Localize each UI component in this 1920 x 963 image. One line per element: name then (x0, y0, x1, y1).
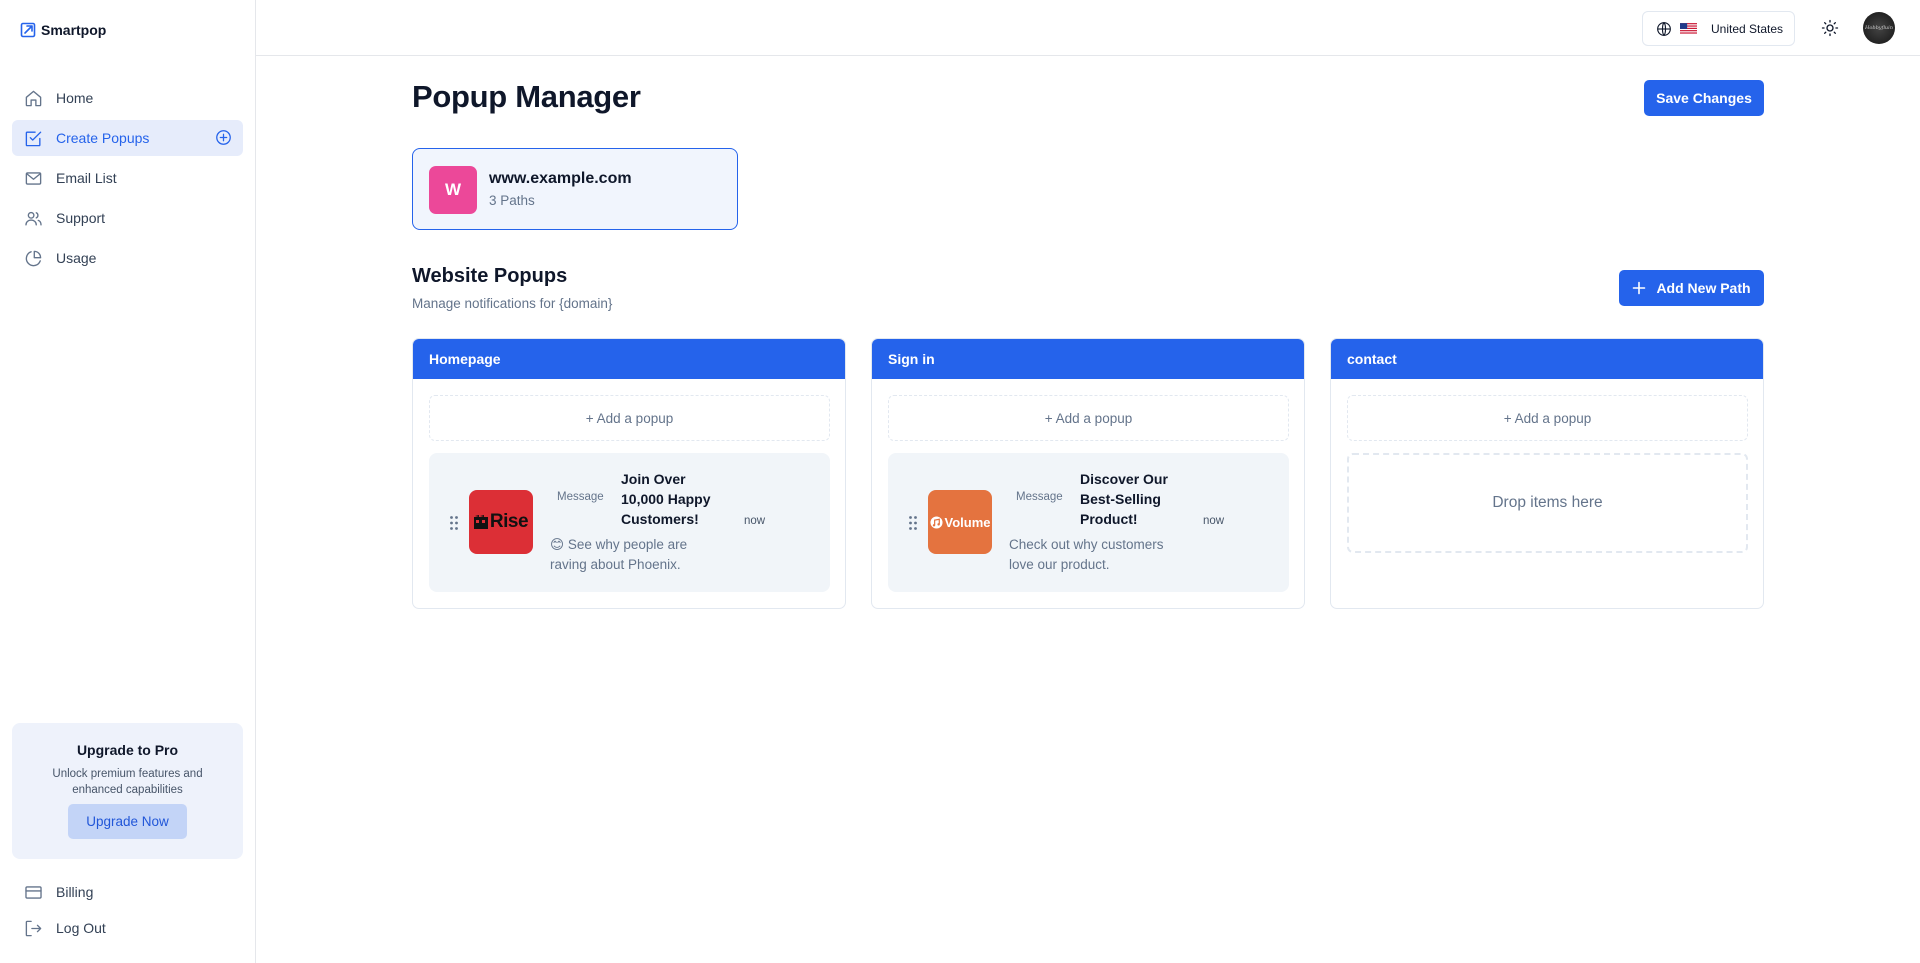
music-note-icon (929, 515, 943, 529)
locale-selector[interactable]: United States (1642, 11, 1795, 46)
site-domain: www.example.com (489, 170, 632, 187)
column-header: Sign in (872, 339, 1304, 379)
sidebar-bottom-nav: Billing Log Out (12, 874, 243, 946)
add-new-path-button[interactable]: Add New Path (1619, 270, 1764, 306)
sidebar-item-usage[interactable]: Usage (12, 240, 243, 276)
sidebar-item-billing[interactable]: Billing (12, 874, 243, 910)
add-popup-button[interactable]: + Add a popup (888, 395, 1289, 441)
site-paths-count: 3 Paths (489, 193, 535, 208)
section-subtitle: Manage notifications for {domain} (412, 296, 613, 311)
sidebar-item-label: Support (56, 210, 106, 226)
section-title: Website Popups (412, 265, 568, 287)
checkbox-edit-icon (25, 130, 42, 146)
us-flag-icon (1680, 23, 1697, 34)
add-popup-button[interactable]: + Add a popup (429, 395, 830, 441)
sidebar-item-label: Usage (56, 250, 97, 266)
add-new-path-label: Add New Path (1656, 280, 1751, 296)
popup-title: Join Over 10,000 Happy Customers! (621, 471, 711, 527)
drop-zone[interactable]: Drop items here (1347, 453, 1748, 553)
popup-time: now (1203, 515, 1225, 527)
smartpop-logo-icon (20, 22, 36, 38)
plus-circle-icon[interactable] (215, 129, 232, 146)
rise-logo: Rise (469, 490, 533, 554)
column-header: Homepage (413, 339, 845, 379)
popup-type: Message (557, 491, 604, 503)
popup-type: Message (1016, 491, 1063, 503)
avatar-text: Hobbyfluin (1865, 25, 1893, 31)
sidebar: Smartpop Home Create Popups Email List S… (0, 0, 256, 963)
topbar: United States Hobbyfluin (256, 0, 1920, 56)
upgrade-description: Unlock premium features and enhanced cap… (52, 768, 203, 796)
locale-label: United States (1711, 21, 1784, 36)
sidebar-item-log-out[interactable]: Log Out (12, 910, 243, 946)
popup-time: now (744, 515, 766, 527)
add-popup-button[interactable]: + Add a popup (1347, 395, 1748, 441)
path-column-sign-in: Sign in + Add a popup Volume Message Dis… (871, 338, 1305, 609)
sidebar-item-label: Log Out (56, 920, 106, 936)
sidebar-item-label: Billing (56, 884, 94, 900)
drag-handle-icon[interactable] (449, 515, 459, 531)
sidebar-item-label: Create Popups (56, 130, 150, 146)
popup-card[interactable]: Rise Message Join Over 10,000 Happy Cust… (429, 453, 830, 592)
upgrade-title: Upgrade to Pro (76, 742, 179, 758)
site-badge: W (429, 166, 477, 214)
column-header: contact (1331, 339, 1763, 379)
popup-message: 😊 See why people are raving about Phoeni… (550, 537, 688, 572)
users-icon (25, 211, 42, 226)
credit-card-icon (25, 885, 42, 899)
sidebar-item-label: Home (56, 90, 94, 106)
sidebar-item-create-popups[interactable]: Create Popups (12, 120, 243, 156)
sidebar-item-support[interactable]: Support (12, 200, 243, 236)
drag-handle-icon[interactable] (908, 515, 918, 531)
popup-message: Check out why customers love our product… (1009, 537, 1164, 572)
volume-logo-text: Volume (944, 514, 991, 530)
path-column-contact: contact + Add a popup Drop items here (1330, 338, 1764, 609)
path-column-homepage: Homepage + Add a popup Rise Message Join… (412, 338, 846, 609)
pie-chart-icon (25, 250, 42, 266)
rise-logo-mark-icon (473, 515, 488, 529)
mail-icon (25, 171, 42, 185)
brand-logo[interactable]: Smartpop (20, 22, 106, 38)
brand-name: Smartpop (41, 22, 107, 38)
volume-logo: Volume (928, 490, 992, 554)
sidebar-item-email-list[interactable]: Email List (12, 160, 243, 196)
globe-icon (1657, 21, 1671, 36)
page-title: Popup Manager (412, 79, 641, 114)
log-out-icon (25, 920, 42, 936)
plus-icon (1633, 281, 1646, 295)
rise-logo-text: Rise (489, 511, 529, 532)
home-icon (25, 90, 42, 106)
popup-title: Discover Our Best-Selling Product! (1080, 471, 1168, 527)
sidebar-nav: Home Create Popups Email List Support Us… (12, 80, 243, 280)
site-card[interactable]: W www.example.com 3 Paths (412, 148, 738, 230)
sun-icon[interactable] (1821, 19, 1839, 37)
save-changes-button[interactable]: Save Changes (1644, 80, 1764, 116)
upgrade-card: Upgrade to Pro Unlock premium features a… (12, 723, 243, 859)
avatar[interactable]: Hobbyfluin (1863, 12, 1895, 44)
popup-card[interactable]: Volume Message Discover Our Best-Selling… (888, 453, 1289, 592)
upgrade-now-button[interactable]: Upgrade Now (68, 804, 187, 839)
sidebar-item-label: Email List (56, 170, 117, 186)
sidebar-item-home[interactable]: Home (12, 80, 243, 116)
